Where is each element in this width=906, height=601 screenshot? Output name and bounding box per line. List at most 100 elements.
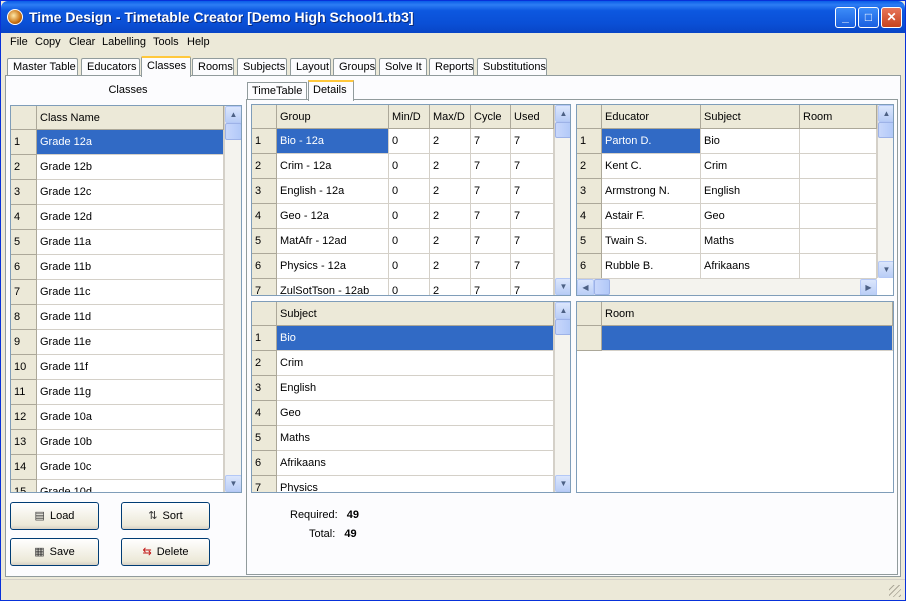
groups-grid[interactable]: Group Min/D Max/D Cycle Used 1 Bio - 12a 0… [251,104,571,296]
title-bar[interactable]: Time Design - Timetable Creator [Demo Hi… [1,1,905,33]
min-d-cell[interactable]: 0 [389,229,430,254]
scroll-up-icon[interactable]: ▲ [225,106,241,123]
class-name-header[interactable]: Class Name [37,106,224,130]
group-cell[interactable]: Physics - 12a [277,254,389,279]
table-row[interactable] [577,326,893,351]
table-row[interactable]: 5 Maths [252,426,554,451]
min-d-cell[interactable]: 0 [389,179,430,204]
class-name-cell[interactable]: Grade 11a [37,230,224,255]
group-cell[interactable]: Crim - 12a [277,154,389,179]
tab-educators[interactable]: Educators [81,58,140,76]
used-cell[interactable]: 7 [511,279,554,295]
educator-cell[interactable]: Armstrong N. [602,179,701,204]
tab-details[interactable]: Details [308,80,354,101]
sort-button[interactable]: ⇅ Sort [121,502,210,530]
menu-file[interactable]: File [10,36,28,48]
table-row[interactable]: 4 Grade 12d [11,205,224,230]
minimize-button[interactable]: _ [835,7,856,28]
table-row[interactable]: 1 Parton D. Bio [577,129,877,154]
class-name-cell[interactable]: Grade 11g [37,380,224,405]
tab-layout[interactable]: Layout [290,58,331,76]
table-row[interactable]: 3 English [252,376,554,401]
group-header[interactable]: Group [277,105,389,129]
tab-subjects[interactable]: Subjects [237,58,287,76]
max-d-cell[interactable]: 2 [430,179,471,204]
save-button[interactable]: ▦ Save [10,538,99,566]
menu-tools[interactable]: Tools [153,36,179,48]
subject-cell[interactable]: Geo [277,401,554,426]
cycle-header[interactable]: Cycle [471,105,511,129]
subject-cell[interactable]: Afrikaans [701,254,800,279]
educator-cell[interactable]: Twain S. [602,229,701,254]
table-row[interactable]: 6 Grade 11b [11,255,224,280]
max-d-cell[interactable]: 2 [430,254,471,279]
room-grid[interactable]: Room [576,301,894,493]
table-row[interactable]: 10 Grade 11f [11,355,224,380]
class-name-cell[interactable]: Grade 12b [37,155,224,180]
table-row[interactable]: 4 Geo - 12a 0 2 7 7 [252,204,554,229]
educator-cell[interactable]: Parton D. [602,129,701,154]
table-row[interactable]: 12 Grade 10a [11,405,224,430]
tab-substitutions[interactable]: Substitutions [477,58,547,76]
menu-clear[interactable]: Clear [69,36,95,48]
table-row[interactable]: 15 Grade 10d [11,480,224,492]
table-row[interactable]: 1 Bio - 12a 0 2 7 7 [252,129,554,154]
cycle-cell[interactable]: 7 [471,179,511,204]
scroll-down-icon[interactable]: ▼ [878,261,893,278]
class-name-cell[interactable]: Grade 11b [37,255,224,280]
table-row[interactable]: 5 MatAfr - 12ad 0 2 7 7 [252,229,554,254]
room-cell[interactable] [800,229,877,254]
scroll-up-icon[interactable]: ▲ [555,105,570,122]
table-row[interactable]: 2 Crim [252,351,554,376]
menu-copy[interactable]: Copy [35,36,61,48]
educator-vscrollbar[interactable]: ▲ ▼ [877,105,893,278]
subject-cell[interactable]: Maths [701,229,800,254]
scroll-right-icon[interactable]: ▶ [860,279,877,295]
subject-scrollbar[interactable]: ▲ ▼ [554,302,570,492]
resize-grip-icon[interactable] [889,585,901,597]
min-d-cell[interactable]: 0 [389,279,430,295]
room-cell[interactable] [800,254,877,279]
educator-cell[interactable]: Astair F. [602,204,701,229]
cycle-cell[interactable]: 7 [471,229,511,254]
cycle-cell[interactable]: 7 [471,279,511,295]
delete-button[interactable]: ⇆ Delete [121,538,210,566]
scroll-down-icon[interactable]: ▼ [225,475,241,492]
subject-cell[interactable]: Bio [277,326,554,351]
table-row[interactable]: 8 Grade 11d [11,305,224,330]
tab-groups[interactable]: Groups [333,58,376,76]
subject-cell[interactable]: English [701,179,800,204]
group-cell[interactable]: Bio - 12a [277,129,389,154]
room-cell[interactable] [800,204,877,229]
max-d-cell[interactable]: 2 [430,279,471,295]
educator-cell[interactable]: Rubble B. [602,254,701,279]
table-row[interactable]: 3 Grade 12c [11,180,224,205]
educator-cell[interactable]: Kent C. [602,154,701,179]
cycle-cell[interactable]: 7 [471,204,511,229]
max-d-cell[interactable]: 2 [430,204,471,229]
table-row[interactable]: 11 Grade 11g [11,380,224,405]
class-name-cell[interactable]: Grade 10b [37,430,224,455]
subject-cell[interactable]: Maths [277,426,554,451]
subject-cell[interactable]: Bio [701,129,800,154]
subject-cell[interactable]: Crim [277,351,554,376]
room-cell[interactable] [800,154,877,179]
groups-scrollbar[interactable]: ▲ ▼ [554,105,570,295]
class-name-cell[interactable]: Grade 11d [37,305,224,330]
class-name-cell[interactable]: Grade 11e [37,330,224,355]
table-row[interactable]: 5 Grade 11a [11,230,224,255]
room-header[interactable]: Room [800,105,877,129]
class-name-cell[interactable]: Grade 10a [37,405,224,430]
educator-header[interactable]: Educator [602,105,701,129]
used-cell[interactable]: 7 [511,204,554,229]
max-d-cell[interactable]: 2 [430,129,471,154]
class-name-cell[interactable]: Grade 11f [37,355,224,380]
maximize-button[interactable]: □ [858,7,879,28]
tab-solve-it[interactable]: Solve It [379,58,427,76]
group-cell[interactable]: MatAfr - 12ad [277,229,389,254]
table-row[interactable]: 7 Grade 11c [11,280,224,305]
subject-grid[interactable]: Subject 1 Bio 2 Crim 3 English 4 Geo 5 Maths 6 Afri… [251,301,571,493]
group-cell[interactable]: Geo - 12a [277,204,389,229]
classes-grid[interactable]: Class Name 1 Grade 12a 2 Grade 12b 3 Grade 12… [10,105,242,493]
scroll-thumb[interactable] [555,122,570,138]
